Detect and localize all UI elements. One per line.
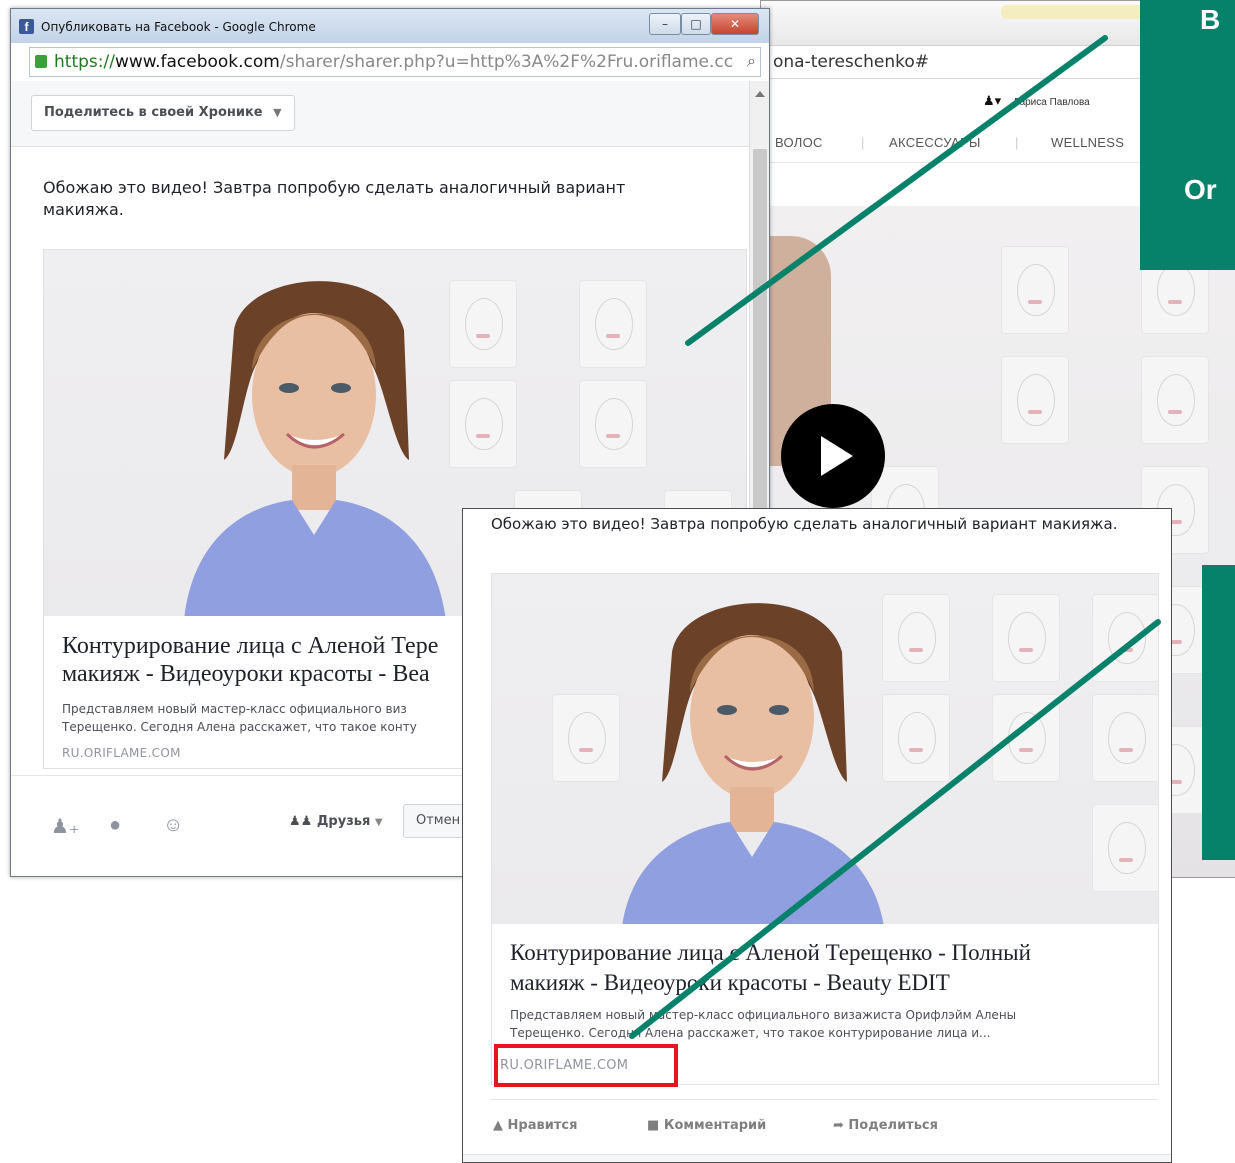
callout-pointer-lines	[629, 35, 1161, 1039]
pointer-line-top	[685, 35, 1108, 346]
pointer-line-bottom	[629, 619, 1161, 1039]
screenshot-stage: ona-tereschenko# ♟▾ Лариса Павлова ВОЛОС…	[0, 0, 1235, 1163]
